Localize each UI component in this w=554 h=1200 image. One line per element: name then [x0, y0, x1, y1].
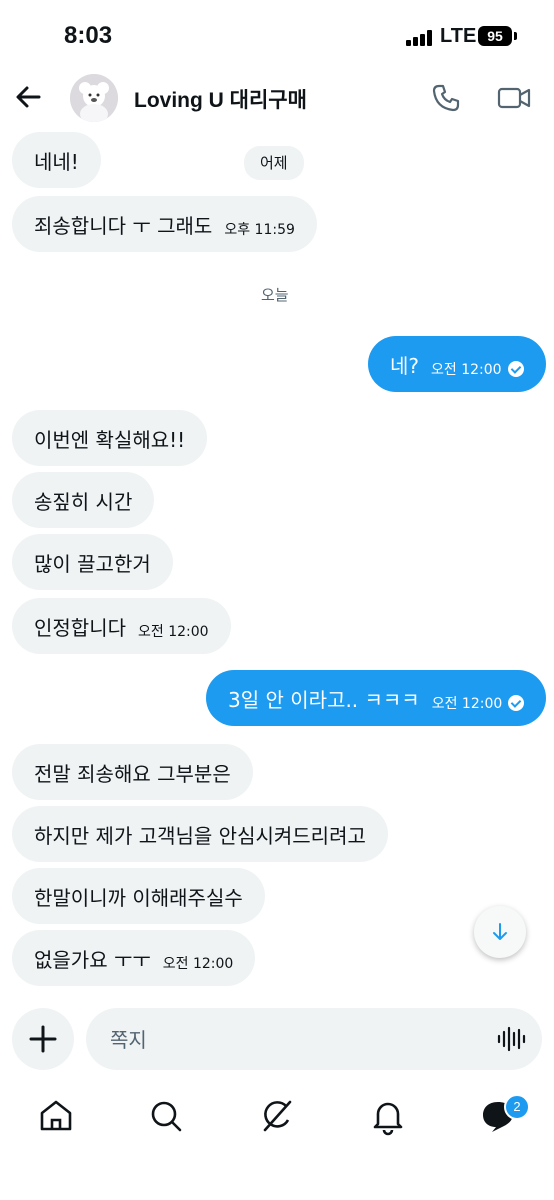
- message-time: 오전 12:00: [138, 624, 209, 640]
- back-button[interactable]: [12, 80, 46, 114]
- bear-avatar-icon: [70, 74, 118, 122]
- contact-name[interactable]: Loving U 대리구매: [134, 84, 307, 114]
- message-bubble-outgoing[interactable]: 네? 오전 12:00: [368, 336, 546, 392]
- add-attachment-button[interactable]: [12, 1008, 74, 1070]
- battery-tip: [514, 32, 517, 40]
- message-bubble-incoming[interactable]: 죄송합니다 ㅜ 그래도 오후 11:59: [12, 196, 317, 252]
- message-time: 오전 12:00: [162, 956, 234, 972]
- message-composer: [86, 1008, 542, 1070]
- scroll-to-bottom-button[interactable]: [474, 906, 526, 958]
- nav-home[interactable]: [36, 1096, 76, 1136]
- search-icon: [151, 1101, 182, 1132]
- message-bubble-incoming[interactable]: 많이 끌고한거: [12, 534, 173, 590]
- day-label-yesterday: 어제: [244, 146, 304, 180]
- message-text: 전말 죄송해요 그부분은: [34, 761, 231, 786]
- plus-icon: [29, 1025, 57, 1053]
- message-bubble-incoming[interactable]: 송짚히 시간: [12, 472, 155, 528]
- home-icon: [40, 1100, 72, 1131]
- message-text: 인정합니다: [34, 615, 126, 640]
- signal-icon: [406, 30, 434, 46]
- back-arrow-icon: [16, 86, 41, 108]
- day-divider-today: 오늘: [261, 286, 289, 304]
- arrow-down-icon: [493, 923, 507, 940]
- call-button[interactable]: [430, 82, 462, 114]
- message-text: 죄송합니다 ㅜ 그래도: [34, 213, 213, 238]
- audio-waveform-icon: [497, 1026, 526, 1052]
- message-text: 네?: [390, 353, 420, 378]
- message-bubble-incoming[interactable]: 하지만 제가 고객님을 안심시켜드리려고: [12, 806, 388, 862]
- message-text: 네네!: [34, 149, 79, 174]
- message-bubble-incoming[interactable]: 인정합니다 오전 12:00: [12, 598, 231, 654]
- network-label: LTE: [440, 25, 477, 47]
- messages-badge: 2: [504, 1094, 530, 1120]
- message-bubble-incoming[interactable]: 이번엔 확실해요!!: [12, 410, 208, 466]
- message-bubble-incoming[interactable]: 네네!: [12, 132, 101, 188]
- message-bubble-incoming[interactable]: 한말이니까 이해래주실수: [12, 868, 265, 924]
- message-input[interactable]: [108, 1022, 472, 1058]
- message-time: 오전 12:00: [431, 362, 502, 378]
- message-text: 3일 안 이라고.. ㅋㅋㅋ: [228, 687, 420, 712]
- message-text: 없을가요 ㅜㅜ: [34, 947, 151, 972]
- message-bubble-outgoing[interactable]: 3일 안 이라고.. ㅋㅋㅋ 오전 12:00: [206, 670, 547, 726]
- message-time: 오후 11:59: [224, 222, 295, 238]
- grok-icon: [263, 1100, 292, 1132]
- message-text: 많이 끌고한거: [34, 551, 151, 576]
- battery-icon: 95: [478, 26, 512, 46]
- phone-icon: [432, 84, 460, 112]
- video-camera-icon: [497, 87, 531, 109]
- message-text: 이번엔 확실해요!!: [34, 427, 186, 452]
- message-bubble-incoming[interactable]: 없을가요 ㅜㅜ 오전 12:00: [12, 930, 256, 986]
- video-call-button[interactable]: [496, 82, 532, 114]
- nav-search[interactable]: [146, 1096, 186, 1136]
- nav-notifications[interactable]: [368, 1096, 408, 1136]
- nav-grok[interactable]: [257, 1096, 297, 1136]
- bell-icon: [373, 1102, 403, 1136]
- message-bubble-incoming[interactable]: 전말 죄송해요 그부분은: [12, 744, 253, 800]
- message-text: 하지만 제가 고객님을 안심시켜드리려고: [34, 823, 366, 848]
- message-time: 오전 12:00: [431, 696, 503, 712]
- avatar[interactable]: [70, 74, 118, 122]
- message-text: 송짚히 시간: [34, 489, 133, 514]
- read-receipt-icon: [507, 361, 524, 377]
- voice-message-button[interactable]: [496, 1024, 526, 1054]
- message-text: 한말이니까 이해래주실수: [34, 885, 243, 910]
- read-receipt-icon: [508, 695, 525, 711]
- status-time: 8:03: [64, 22, 113, 49]
